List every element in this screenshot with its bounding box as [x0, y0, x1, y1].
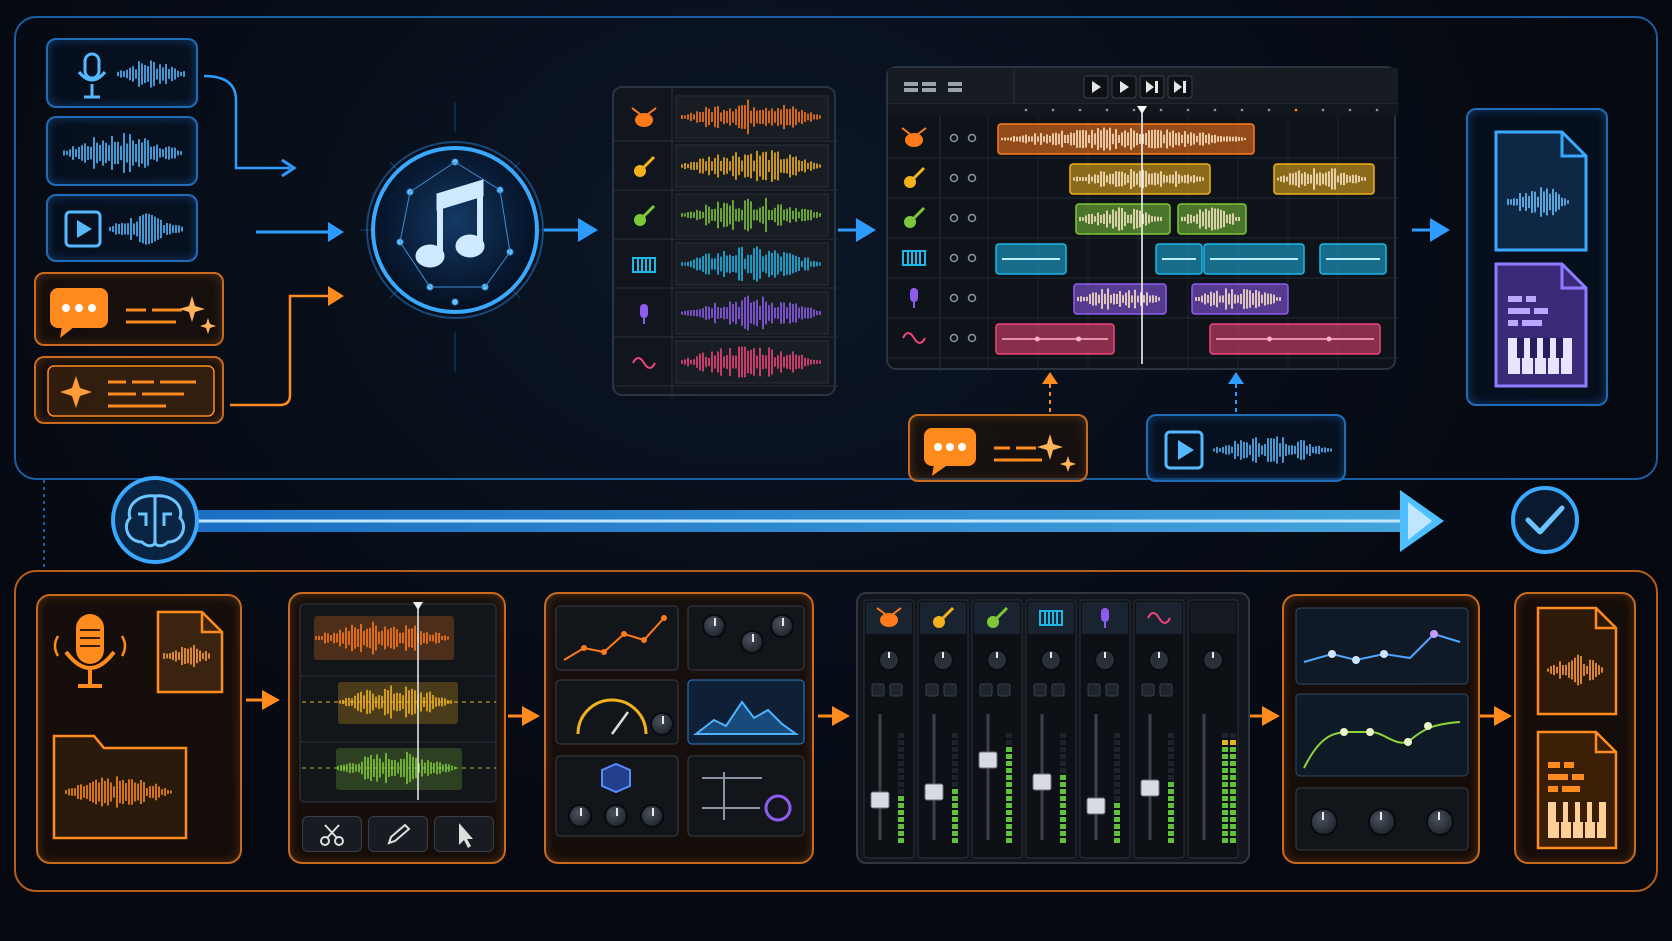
piano-keys-icon: [902, 250, 926, 266]
mixer-panel[interactable]: [856, 592, 1250, 864]
reverb-knob[interactable]: [640, 804, 664, 828]
export-files-panel: [1514, 592, 1636, 864]
pencil-icon: [387, 823, 411, 845]
reverb-knob[interactable]: [604, 804, 628, 828]
mixer-channels[interactable]: [858, 594, 1252, 866]
stem-row[interactable]: [614, 193, 838, 240]
audio-editor-panel[interactable]: [288, 592, 506, 864]
fx-knob[interactable]: [740, 630, 764, 654]
daw-arrangement-panel[interactable]: [886, 66, 1398, 372]
master-knob[interactable]: [1426, 808, 1454, 836]
arrangement-clip[interactable]: [1191, 283, 1289, 315]
draw-tool-button[interactable]: [368, 816, 428, 852]
guitar-icon: [634, 155, 656, 177]
transport-button[interactable]: [1111, 75, 1137, 99]
arrangement-clip[interactable]: [997, 123, 1255, 155]
workflow-diagram: [0, 0, 1672, 941]
output-files-panel: [1466, 108, 1608, 406]
reverb-knob[interactable]: [568, 804, 592, 828]
select-tool-button[interactable]: [434, 816, 494, 852]
arrangement-view[interactable]: [888, 68, 1398, 372]
separated-stems-panel: [612, 86, 838, 398]
arrangement-clip[interactable]: [1155, 243, 1203, 275]
sine-wave-icon: [902, 332, 926, 344]
stem-row[interactable]: [614, 144, 838, 191]
arrangement-clip[interactable]: [1075, 203, 1171, 235]
arrangement-clip[interactable]: [1069, 163, 1211, 195]
transport-button[interactable]: [1139, 75, 1165, 99]
transport-button[interactable]: [1167, 75, 1193, 99]
arrangement-clip[interactable]: [995, 323, 1115, 355]
microphone-icon: [640, 304, 648, 324]
arrangement-clip[interactable]: [1073, 283, 1167, 315]
piano-keys-icon: [632, 257, 656, 273]
fx-knob[interactable]: [702, 614, 726, 638]
midi-file-icon: [1536, 730, 1618, 850]
drum-icon: [901, 127, 927, 147]
master-channel[interactable]: [1187, 599, 1239, 859]
stem-row[interactable]: [614, 291, 838, 338]
stem-row[interactable]: [614, 340, 838, 387]
transport-button[interactable]: [1083, 75, 1109, 99]
master-knob[interactable]: [1368, 808, 1396, 836]
stem-row[interactable]: [614, 242, 838, 289]
mixer-channel[interactable]: [1133, 599, 1185, 859]
midi-file-icon: [1494, 262, 1588, 388]
stem-row[interactable]: [614, 95, 838, 142]
import-sources-panel: [36, 594, 242, 864]
mastering-panel[interactable]: [1282, 594, 1480, 864]
arrangement-clip[interactable]: [1319, 243, 1387, 275]
arrangement-clip[interactable]: [1203, 243, 1305, 275]
guitar-icon: [904, 206, 926, 228]
mixer-channel[interactable]: [971, 599, 1023, 859]
drum-icon: [631, 107, 657, 127]
cursor-icon: [459, 823, 473, 848]
mixer-channel[interactable]: [917, 599, 969, 859]
folder-icon: [52, 734, 188, 840]
mixer-channel[interactable]: [1079, 599, 1131, 859]
arrangement-clip[interactable]: [1177, 203, 1247, 235]
effects-rack-panel[interactable]: [544, 592, 814, 864]
guitar-icon: [904, 166, 926, 188]
compressor-knob[interactable]: [650, 712, 674, 736]
pipeline-progress-bar: [111, 476, 1579, 564]
fx-knob[interactable]: [770, 614, 794, 638]
master-knob[interactable]: [1310, 808, 1338, 836]
scissors-icon: [320, 824, 344, 846]
sine-wave-icon: [632, 357, 656, 369]
arrangement-clip[interactable]: [1273, 163, 1375, 195]
cut-tool-button[interactable]: [302, 816, 362, 852]
microphone-icon: [910, 288, 918, 308]
arrangement-clip[interactable]: [995, 243, 1067, 275]
mixer-channel[interactable]: [863, 599, 915, 859]
guitar-icon: [634, 204, 656, 226]
arrangement-clip[interactable]: [1209, 323, 1381, 355]
ai-music-core: [360, 102, 555, 372]
mixer-channel[interactable]: [1025, 599, 1077, 859]
